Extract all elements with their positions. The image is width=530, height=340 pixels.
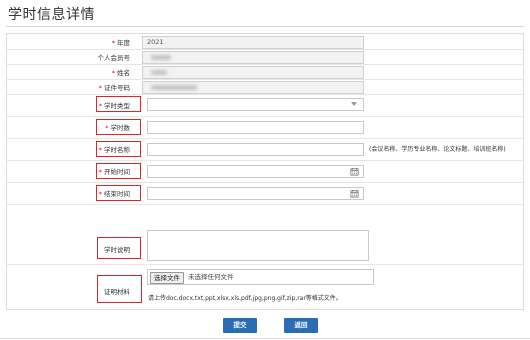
row-member-no: 个人会员号 <box>7 49 523 65</box>
year-value: 2021 <box>147 38 164 46</box>
required-mark: * <box>111 69 115 77</box>
redacted-value <box>151 70 167 75</box>
back-button[interactable]: 返回 <box>284 318 318 333</box>
title-divider <box>6 26 524 27</box>
highlight-box <box>96 163 141 179</box>
member-no-label: 个人会员号 <box>97 54 131 62</box>
member-no-field <box>142 51 364 64</box>
highlight-box <box>97 237 141 259</box>
highlight-box <box>96 185 141 201</box>
required-mark: * <box>111 39 115 47</box>
hours-input[interactable] <box>147 121 364 134</box>
row-start-time: * 开始时间 <box>7 160 523 183</box>
upload-hint: 请上传doc,docx,txt,ppt,xlsx,xls,pdf,jpg,png… <box>148 295 342 302</box>
footer-divider <box>0 338 530 339</box>
id-no-field <box>142 81 364 94</box>
highlight-box <box>96 141 141 157</box>
highlight-box <box>96 119 141 135</box>
row-hour-name: * 学时名称 (会议名称、学历专业名称、论文标题、培训班名称) <box>7 138 523 161</box>
hour-type-select[interactable] <box>147 98 364 111</box>
hour-name-input[interactable] <box>147 143 364 156</box>
calendar-icon[interactable] <box>350 167 359 176</box>
row-description: 学时说明 <box>7 204 523 265</box>
row-id-no: * 证件号码 <box>7 79 523 95</box>
row-end-time: * 结束时间 <box>7 182 523 205</box>
row-hours: * 学时数 <box>7 116 523 139</box>
redacted-value <box>151 55 171 60</box>
calendar-icon[interactable] <box>350 189 359 198</box>
name-label: * 姓名 <box>111 69 130 77</box>
year-field: 2021 <box>142 36 364 49</box>
description-textarea[interactable] <box>147 230 369 261</box>
no-file-text: 未选择任何文件 <box>188 273 234 281</box>
highlight-box <box>96 96 141 112</box>
choose-file-button[interactable]: 选择文件 <box>150 272 184 284</box>
id-no-label: * 证件号码 <box>98 84 130 92</box>
name-field <box>142 66 364 79</box>
start-time-input[interactable] <box>147 165 364 178</box>
file-upload: 选择文件 未选择任何文件 <box>147 269 374 285</box>
year-label: * 年度 <box>111 39 130 47</box>
row-proof: 证明材料 选择文件 未选择任何文件 请上传doc,docx,txt,ppt,xl… <box>7 264 523 309</box>
chevron-down-icon <box>351 102 357 106</box>
highlight-box <box>97 275 142 303</box>
redacted-value <box>151 85 197 90</box>
end-time-input[interactable] <box>147 187 364 200</box>
row-name: * 姓名 <box>7 64 523 80</box>
submit-button[interactable]: 提交 <box>223 318 257 333</box>
required-mark: * <box>98 84 102 92</box>
row-hour-type: * 学时类型 <box>7 94 523 117</box>
page-title: 学时信息详情 <box>8 7 95 23</box>
hour-name-hint: (会议名称、学历专业名称、论文标题、培训班名称) <box>369 146 506 153</box>
row-year: * 年度 2021 <box>7 34 523 50</box>
hours-form: * 年度 2021 个人会员号 * 姓名 * 证件号码 * 学时类型 * 学时数… <box>6 33 524 310</box>
